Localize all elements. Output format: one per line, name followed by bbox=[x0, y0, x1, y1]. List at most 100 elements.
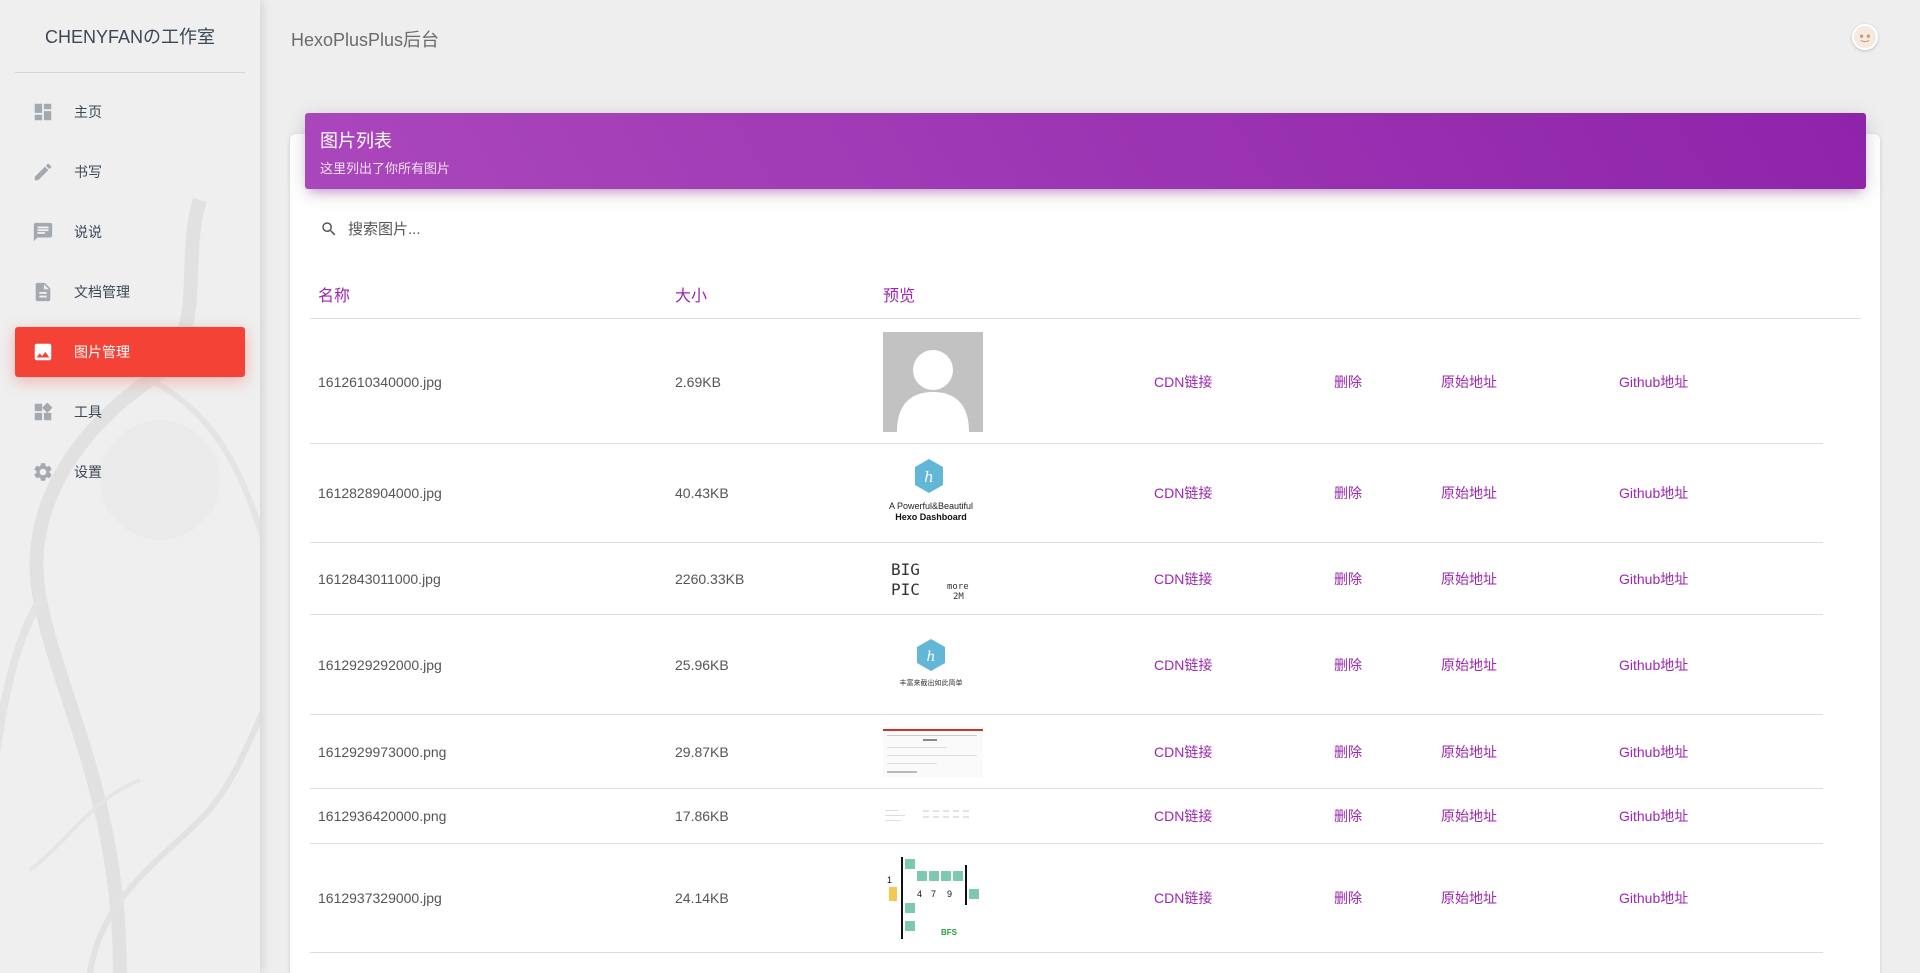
search-bar bbox=[320, 214, 820, 244]
cdn-link[interactable]: CDN链接 bbox=[1154, 888, 1212, 908]
delete-link[interactable]: 删除 bbox=[1334, 655, 1362, 675]
preview-caption: BIG bbox=[891, 560, 920, 579]
image-size: 29.87KB bbox=[675, 743, 729, 760]
image-preview[interactable]: BIG PIC more 2M bbox=[883, 550, 983, 607]
screenshot-thumbnail-light-image bbox=[883, 806, 983, 826]
origin-link[interactable]: 原始地址 bbox=[1441, 888, 1497, 908]
origin-link[interactable]: 原始地址 bbox=[1441, 806, 1497, 826]
preview-caption: 7 bbox=[931, 889, 936, 899]
sidebar-item-talk[interactable]: 说说 bbox=[15, 207, 245, 257]
card-header: 图片列表 这里列出了你所有图片 bbox=[305, 113, 1866, 189]
default-avatar-image bbox=[883, 331, 983, 432]
image-size: 24.14KB bbox=[675, 890, 729, 906]
cdn-link[interactable]: CDN链接 bbox=[1154, 806, 1212, 826]
sidebar-item-label: 文档管理 bbox=[74, 284, 130, 300]
cdn-link[interactable]: CDN链接 bbox=[1154, 742, 1212, 762]
github-link[interactable]: Github地址 bbox=[1619, 888, 1688, 908]
delete-link[interactable]: 删除 bbox=[1334, 569, 1362, 589]
card-title: 图片列表 bbox=[320, 131, 392, 151]
bfs-diagram-image: 1 4 7 9 BFS bbox=[883, 853, 983, 943]
image-size: 2260.33KB bbox=[675, 570, 745, 587]
preview-caption: 2M bbox=[953, 592, 964, 602]
image-preview[interactable] bbox=[883, 806, 983, 826]
sidebar-item-label: 工具 bbox=[74, 404, 102, 420]
table-row: 1612929973000.png 29.87KB CDN链接 删除 原始地址 … bbox=[310, 715, 1823, 789]
sidebar-item-images[interactable]: 图片管理 bbox=[15, 327, 245, 377]
preview-caption: 4 bbox=[917, 889, 922, 899]
delete-link[interactable]: 删除 bbox=[1334, 888, 1362, 908]
origin-link[interactable]: 原始地址 bbox=[1441, 569, 1497, 589]
sidebar-item-label: 说说 bbox=[74, 224, 102, 240]
table-header: 名称 大小 预览 bbox=[310, 276, 1861, 319]
pencil-icon bbox=[32, 161, 54, 183]
hexo-logo-small-image: h 丰富来截出如此简单 bbox=[900, 638, 963, 687]
delete-link[interactable]: 删除 bbox=[1334, 742, 1362, 762]
sidebar-item-write[interactable]: 书写 bbox=[15, 147, 245, 197]
image-preview[interactable] bbox=[883, 726, 983, 777]
column-header-name: 名称 bbox=[318, 288, 351, 305]
sidebar: CHENYFANの工作室 主页 书写 说说 文档管理 图片管理 工具 设置 bbox=[0, 0, 260, 973]
gear-icon bbox=[32, 461, 54, 483]
card-subtitle: 这里列出了你所有图片 bbox=[320, 161, 451, 176]
preview-caption: 9 bbox=[947, 889, 952, 899]
sidebar-item-settings[interactable]: 设置 bbox=[15, 447, 245, 497]
table-row: 1612929292000.jpg 25.96KB h 丰富来截出如此简单 CD… bbox=[310, 615, 1823, 715]
delete-link[interactable]: 删除 bbox=[1334, 372, 1362, 392]
image-preview[interactable]: 1 4 7 9 BFS bbox=[883, 853, 983, 943]
cdn-link[interactable]: CDN链接 bbox=[1154, 569, 1212, 589]
image-name: 1612843011000.jpg bbox=[318, 570, 441, 587]
chat-icon bbox=[32, 221, 54, 243]
preview-caption: Hexo Dashboard bbox=[895, 512, 967, 522]
sidebar-item-tools[interactable]: 工具 bbox=[15, 387, 245, 437]
image-preview[interactable]: h A Powerful&Beautiful Hexo Dashboard bbox=[883, 453, 983, 533]
table-row: 1612937329000.jpg 24.14KB 1 4 7 9 BFS CD… bbox=[310, 844, 1823, 953]
preview-caption: 1 bbox=[887, 875, 892, 885]
github-link[interactable]: Github地址 bbox=[1619, 372, 1688, 392]
github-link[interactable]: Github地址 bbox=[1619, 569, 1688, 589]
image-name: 1612929973000.png bbox=[318, 743, 447, 760]
sidebar-item-label: 书写 bbox=[74, 164, 102, 180]
cdn-link[interactable]: CDN链接 bbox=[1154, 372, 1212, 392]
user-avatar-icon bbox=[1854, 26, 1876, 48]
sidebar-item-documents[interactable]: 文档管理 bbox=[15, 267, 245, 317]
search-input[interactable] bbox=[348, 220, 748, 238]
preview-caption: 丰富来截出如此简单 bbox=[900, 678, 963, 687]
delete-link[interactable]: 删除 bbox=[1334, 483, 1362, 503]
github-link[interactable]: Github地址 bbox=[1619, 742, 1688, 762]
dashboard-icon bbox=[32, 101, 54, 123]
image-name: 1612828904000.jpg bbox=[318, 485, 442, 501]
github-link[interactable]: Github地址 bbox=[1619, 806, 1688, 826]
image-size: 40.43KB bbox=[675, 485, 729, 501]
avatar[interactable] bbox=[1852, 24, 1878, 50]
origin-link[interactable]: 原始地址 bbox=[1441, 655, 1497, 675]
preview-caption: BFS bbox=[941, 928, 958, 937]
sidebar-item-home[interactable]: 主页 bbox=[15, 87, 245, 137]
github-link[interactable]: Github地址 bbox=[1619, 483, 1688, 503]
search-icon bbox=[322, 222, 336, 236]
svg-text:h: h bbox=[926, 649, 935, 665]
column-header-preview: 预览 bbox=[883, 288, 916, 305]
origin-link[interactable]: 原始地址 bbox=[1441, 483, 1497, 503]
image-preview[interactable] bbox=[883, 331, 983, 432]
image-name: 1612937329000.jpg bbox=[318, 890, 442, 906]
image-name: 1612929292000.jpg bbox=[318, 656, 442, 673]
table-row: 1612843011000.jpg 2260.33KB BIG PIC more… bbox=[310, 543, 1823, 615]
document-icon bbox=[32, 281, 54, 303]
origin-link[interactable]: 原始地址 bbox=[1441, 372, 1497, 392]
preview-caption: more bbox=[947, 582, 969, 592]
image-size: 2.69KB bbox=[675, 373, 721, 390]
github-link[interactable]: Github地址 bbox=[1619, 655, 1688, 675]
brand-title[interactable]: CHENYFANの工作室 bbox=[15, 0, 245, 73]
sidebar-item-label: 设置 bbox=[74, 464, 102, 480]
cdn-link[interactable]: CDN链接 bbox=[1154, 483, 1212, 503]
table-row: 1612936420000.png 17.86KB CDN链接 删除 原始地址 … bbox=[310, 789, 1823, 844]
image-icon bbox=[32, 341, 54, 363]
table-row: 1612610340000.jpg 2.69KB CDN链接 删除 原始地址 G… bbox=[310, 320, 1823, 444]
image-size: 17.86KB bbox=[675, 808, 729, 824]
delete-link[interactable]: 删除 bbox=[1334, 806, 1362, 826]
widgets-icon bbox=[32, 401, 54, 423]
origin-link[interactable]: 原始地址 bbox=[1441, 742, 1497, 762]
image-preview[interactable]: h 丰富来截出如此简单 bbox=[883, 635, 983, 695]
image-name: 1612610340000.jpg bbox=[318, 373, 442, 390]
cdn-link[interactable]: CDN链接 bbox=[1154, 655, 1212, 675]
